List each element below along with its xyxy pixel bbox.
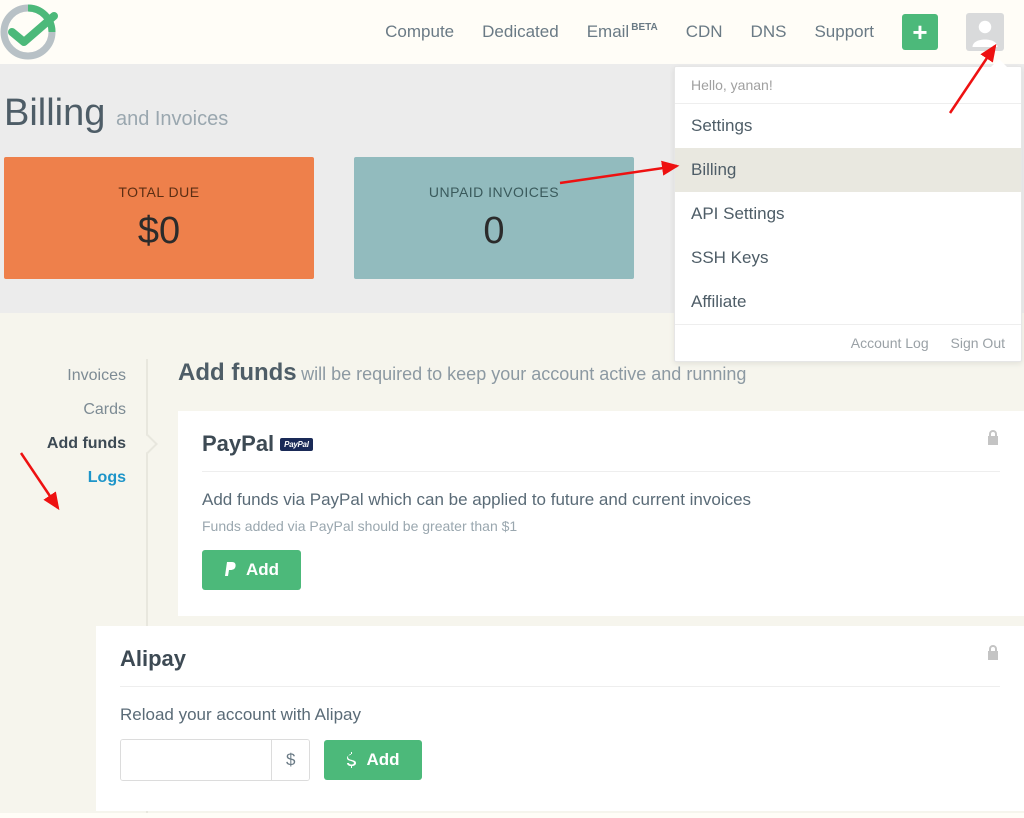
dropdown-account-log[interactable]: Account Log [851, 335, 929, 351]
alipay-desc: Reload your account with Alipay [120, 705, 1000, 725]
tab-cards[interactable]: Cards [0, 393, 146, 427]
nav-email[interactable]: EmailBETA [587, 22, 658, 42]
add-button[interactable]: + [902, 14, 938, 50]
currency-suffix: $ [271, 740, 309, 780]
alipay-title: Alipay [120, 646, 1000, 672]
content-area: Invoices Cards Add funds Logs Add funds … [0, 313, 1024, 813]
alipay-input-row: $ Add [120, 739, 1000, 781]
tab-add-funds[interactable]: Add funds [0, 427, 146, 461]
amount-input[interactable] [121, 740, 271, 780]
page-title-text: Billing [4, 92, 105, 134]
nav-support[interactable]: Support [814, 22, 874, 42]
total-due-card[interactable]: TOTAL DUE $0 [4, 157, 314, 279]
dropdown-sign-out[interactable]: Sign Out [951, 335, 1005, 351]
dropdown-footer: Account Log Sign Out [675, 324, 1021, 361]
page-subtitle: and Invoices [116, 108, 228, 130]
section-heading: Add funds [178, 359, 297, 386]
alipay-add-button[interactable]: Add [324, 740, 421, 780]
nav-compute[interactable]: Compute [385, 22, 454, 42]
person-icon [970, 17, 1000, 47]
divider [202, 471, 1000, 472]
top-nav: Compute Dedicated EmailBETA CDN DNS Supp… [385, 13, 1004, 51]
beta-badge: BETA [631, 22, 657, 33]
alipay-add-label: Add [366, 750, 399, 770]
paypal-note: Funds added via PayPal should be greater… [202, 518, 1000, 534]
section-desc: will be required to keep your account ac… [301, 364, 746, 384]
paypal-title: PayPal PayPal [202, 431, 1000, 457]
paypal-add-button[interactable]: Add [202, 550, 301, 590]
nav-dedicated[interactable]: Dedicated [482, 22, 559, 42]
paypal-title-text: PayPal [202, 431, 274, 457]
paypal-badge-icon: PayPal [280, 438, 312, 451]
paypal-panel: PayPal PayPal Add funds via PayPal which… [178, 411, 1024, 616]
unpaid-label: UNPAID INVOICES [429, 184, 559, 200]
dropdown-billing[interactable]: Billing [675, 148, 1021, 192]
dollar-icon [346, 752, 358, 768]
lock-icon [986, 429, 1000, 450]
user-dropdown: Hello, yanan! Settings Billing API Setti… [674, 66, 1022, 362]
nav-dns[interactable]: DNS [751, 22, 787, 42]
divider [120, 686, 1000, 687]
total-due-label: TOTAL DUE [118, 184, 199, 200]
logo[interactable] [0, 2, 58, 62]
amount-input-group: $ [120, 739, 310, 781]
paypal-icon [224, 562, 238, 578]
dropdown-ssh-keys[interactable]: SSH Keys [675, 236, 1021, 280]
tab-logs[interactable]: Logs [0, 461, 146, 495]
paypal-add-label: Add [246, 560, 279, 580]
main-panel: Add funds will be required to keep your … [148, 359, 1024, 813]
dropdown-api-settings[interactable]: API Settings [675, 192, 1021, 236]
dropdown-settings[interactable]: Settings [675, 104, 1021, 148]
user-avatar[interactable] [966, 13, 1004, 51]
alipay-panel: Alipay Reload your account with Alipay $… [96, 626, 1024, 811]
tab-invoices[interactable]: Invoices [0, 359, 146, 393]
nav-cdn[interactable]: CDN [686, 22, 723, 42]
dropdown-affiliate[interactable]: Affiliate [675, 280, 1021, 324]
dropdown-greeting: Hello, yanan! [675, 67, 1021, 104]
header: Compute Dedicated EmailBETA CDN DNS Supp… [0, 0, 1024, 64]
paypal-desc: Add funds via PayPal which can be applie… [202, 490, 1000, 510]
unpaid-invoices-card[interactable]: UNPAID INVOICES 0 [354, 157, 634, 279]
plus-icon: + [912, 17, 927, 48]
nav-email-label: Email [587, 22, 630, 41]
lock-icon [986, 644, 1000, 665]
total-due-value: $0 [138, 210, 180, 253]
unpaid-value: 0 [483, 210, 504, 253]
section-heading-row: Add funds will be required to keep your … [178, 359, 1024, 387]
